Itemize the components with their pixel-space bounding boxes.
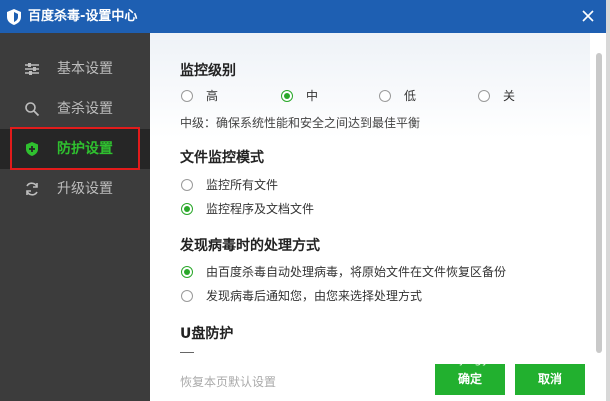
divider	[180, 352, 194, 353]
section-title-monitor-level: 监控级别	[180, 63, 236, 79]
title-bar[interactable]: 百度杀毒-设置中心	[0, 0, 606, 33]
radio-dot	[379, 90, 391, 102]
sidebar-item-basic[interactable]: 基本设置	[0, 49, 150, 89]
radio-dot	[478, 90, 490, 102]
sidebar-item-label: 升级设置	[57, 181, 113, 197]
radio-dot	[281, 90, 293, 102]
monitor-level-description: 中级：确保系统性能和安全之间达到最佳平衡	[180, 116, 421, 130]
radio-dot	[181, 266, 193, 278]
window-title: 百度杀毒-设置中心	[28, 9, 138, 24]
settings-window: 百度杀毒-设置中心 基本设置 查杀设置 防护设置 升级设置 监控级别 高 中 低…	[0, 0, 606, 401]
radio-label: 中	[306, 89, 319, 103]
radio-dot	[181, 203, 193, 215]
radio-label: 监控程序及文档文件	[206, 202, 315, 216]
radio-label: 发现病毒后通知您，由您来选择处理方式	[206, 289, 423, 303]
restore-defaults-link[interactable]: 恢复本页默认设置	[180, 373, 276, 390]
refresh-icon	[26, 182, 38, 196]
radio-dot	[181, 179, 193, 191]
sidebar-item-label: 查杀设置	[57, 101, 113, 117]
ok-button[interactable]: 确定	[435, 364, 505, 395]
sidebar-item-label: 基本设置	[57, 61, 113, 77]
close-icon[interactable]	[578, 6, 598, 26]
radio-label: 监控所有文件	[206, 178, 279, 192]
sidebar-item-protection[interactable]: 防护设置	[0, 129, 150, 169]
sliders-icon	[25, 63, 39, 75]
window-edge	[606, 0, 610, 401]
radio-dot	[181, 90, 193, 102]
sidebar-item-scan[interactable]: 查杀设置	[0, 89, 150, 129]
sidebar: 基本设置 查杀设置 防护设置 升级设置	[0, 33, 150, 401]
radio-label: 由百度杀毒自动处理病毒，将原始文件在文件恢复区备份	[206, 265, 507, 279]
scrollbar[interactable]	[596, 53, 602, 353]
radio-label: 高	[206, 89, 219, 103]
sidebar-item-update[interactable]: 升级设置	[0, 169, 150, 209]
settings-content: 监控级别 高 中 低 关 中级：确保系统性能和安全之间达到最佳平衡 文件监控模式…	[150, 33, 606, 401]
shield-icon	[26, 142, 38, 156]
radio-label: 低	[404, 89, 417, 103]
radio-dot	[181, 290, 193, 302]
sidebar-item-label: 防护设置	[57, 141, 113, 157]
section-title-file-monitor: 文件监控模式	[180, 150, 264, 166]
radio-label: 关	[503, 89, 516, 103]
section-title-virus-handling: 发现病毒时的处理方式	[180, 238, 320, 254]
cancel-button[interactable]: 取消	[515, 364, 585, 395]
shield-logo-icon	[7, 9, 21, 25]
search-icon	[25, 102, 40, 117]
section-title-usb-protection: U盘防护	[180, 326, 234, 342]
